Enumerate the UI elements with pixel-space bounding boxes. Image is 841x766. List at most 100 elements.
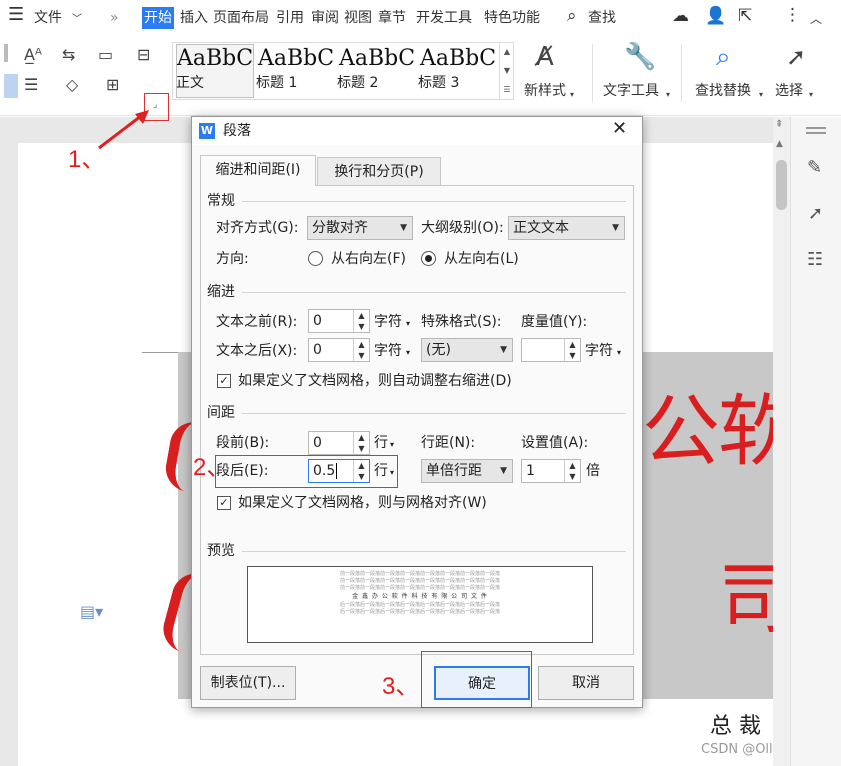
measure-unit[interactable]: 字符: [585, 341, 613, 361]
spinner-icon[interactable]: ▲ ▼: [353, 432, 369, 454]
chevron-down-icon[interactable]: ▾: [617, 343, 621, 363]
ribbon-divider: [592, 44, 593, 102]
borders-icon[interactable]: ⊞: [106, 76, 119, 94]
space-before-unit[interactable]: 行: [374, 433, 388, 453]
pointer-icon[interactable]: ➚: [808, 203, 823, 224]
grid-align-checkbox[interactable]: ✓: [217, 496, 231, 510]
hamburger-menu-icon[interactable]: ☰: [8, 5, 24, 25]
tab-developer[interactable]: 开发工具: [416, 8, 472, 28]
align-selected-icon[interactable]: [4, 74, 18, 98]
spinner-icon[interactable]: ▲ ▼: [564, 460, 580, 482]
chevron-down-icon[interactable]: ﹀: [72, 10, 82, 30]
style-heading-1[interactable]: AaBbC 标题 1: [256, 44, 336, 100]
menu-bar: ☰ 文件 ﹀ » 开始 插入 页面布局 引用 审阅 视图 章节 开发工具 特色功…: [0, 0, 841, 36]
ltr-label[interactable]: 从左向右(L): [444, 249, 519, 269]
indent-after-unit[interactable]: 字符: [374, 341, 402, 361]
add-user-icon[interactable]: 👤: [705, 6, 726, 26]
style-heading-2[interactable]: AaBbC 标题 2: [337, 44, 417, 100]
share-icon[interactable]: ⇱: [738, 6, 752, 26]
line-spacing-icon[interactable]: ☰: [24, 76, 38, 94]
chevron-down-icon[interactable]: ▾: [666, 86, 670, 104]
rtl-label[interactable]: 从右向左(F): [331, 249, 406, 269]
cancel-button[interactable]: 取消: [538, 666, 634, 700]
auto-adjust-checkbox[interactable]: ✓: [217, 374, 231, 388]
panel-grip-icon[interactable]: [806, 127, 826, 129]
tab-page-layout[interactable]: 页面布局: [213, 8, 269, 28]
outline-level-select[interactable]: 正文文本 ▼: [508, 216, 625, 240]
annotation-box-space-after: [215, 455, 398, 488]
tab-view[interactable]: 视图: [344, 8, 372, 28]
tab-indent-spacing[interactable]: 缩进和间距(I): [200, 155, 316, 186]
space-before-input[interactable]: 0 ▲ ▼: [308, 431, 370, 455]
chevron-down-icon[interactable]: ▾: [759, 86, 763, 104]
tab-references[interactable]: 引用: [276, 8, 304, 28]
more-options-icon[interactable]: ⋮: [784, 5, 801, 25]
tab-features[interactable]: 特色功能: [484, 8, 540, 28]
indent-before-input[interactable]: 0 ▲ ▼: [308, 309, 370, 333]
section-indent: 缩进: [207, 284, 235, 300]
indent-before-unit[interactable]: 字符: [374, 312, 402, 332]
set-value-label: 设置值(A):: [521, 435, 589, 451]
wrench-icon[interactable]: 🔧: [624, 42, 656, 72]
search-label[interactable]: 查找: [588, 8, 616, 28]
vertical-scrollbar[interactable]: ⇞ ▲: [773, 117, 790, 766]
tab-review[interactable]: 审阅: [311, 8, 339, 28]
indent-after-input[interactable]: 0 ▲ ▼: [308, 338, 370, 362]
text-frame-icon[interactable]: ▭: [98, 46, 113, 64]
chevron-down-icon[interactable]: ▾: [809, 86, 813, 104]
tab-line-page-break[interactable]: 换行和分页(P): [317, 157, 441, 185]
dialog-title-bar[interactable]: W 段落 ✕: [192, 117, 642, 145]
special-format-select[interactable]: (无) ▼: [421, 338, 513, 362]
scrollbar-thumb[interactable]: [776, 160, 787, 210]
chevron-down-icon: ▼: [612, 223, 619, 233]
spinner-icon[interactable]: ▲ ▼: [353, 310, 369, 332]
cursor-select-icon[interactable]: ➚: [786, 42, 806, 72]
style-heading-3[interactable]: AaBbC 标题 3: [418, 44, 498, 100]
paragraph-layout-icon[interactable]: ▤▾: [80, 602, 103, 621]
new-style-icon[interactable]: A̸: [536, 42, 554, 72]
collapse-ribbon-icon[interactable]: ︿: [810, 9, 822, 29]
style-normal[interactable]: AaBbC 正文: [176, 44, 254, 100]
tabs-button[interactable]: 制表位(T)...: [200, 666, 296, 700]
scroll-top-icon[interactable]: ⇞: [775, 119, 783, 130]
tab-chapter[interactable]: 章节: [378, 8, 406, 28]
font-size-icon[interactable]: A̲ᴬ: [24, 46, 42, 64]
tab-insert[interactable]: 插入: [180, 8, 208, 28]
select-label[interactable]: 选择: [775, 80, 803, 100]
space-before-label: 段前(B):: [216, 435, 270, 451]
chevron-down-icon: ▼: [500, 466, 507, 476]
line-spacing-select[interactable]: 单倍行距 ▼: [421, 459, 513, 483]
chevron-down-icon: ▼: [500, 345, 507, 355]
scroll-up-icon[interactable]: ▲: [776, 139, 783, 149]
chevron-down-icon[interactable]: ▾: [570, 86, 574, 104]
search-icon[interactable]: ⌕: [567, 6, 577, 26]
set-value-input[interactable]: 1 ▲ ▼: [521, 459, 581, 483]
section-divider: [242, 413, 626, 414]
rtl-radio[interactable]: [308, 251, 323, 266]
text-direction-icon[interactable]: ⇆: [62, 46, 75, 64]
sliders-icon[interactable]: ☷: [807, 249, 823, 270]
menu-file[interactable]: 文件: [34, 8, 62, 28]
shading-icon[interactable]: ◇: [66, 76, 78, 94]
style-gallery-scroll[interactable]: ▲ ▼ ☰: [499, 42, 514, 100]
pen-icon[interactable]: ✎: [807, 157, 822, 178]
alignment-select[interactable]: 分散对齐 ▼: [307, 216, 413, 240]
spinner-icon[interactable]: ▲ ▼: [564, 339, 580, 361]
find-replace-label[interactable]: 查找替换: [695, 80, 751, 100]
close-icon[interactable]: ✕: [612, 119, 627, 139]
table-layout-icon[interactable]: ⊟: [137, 46, 150, 64]
chevron-down-icon[interactable]: ▾: [406, 343, 410, 363]
spinner-icon[interactable]: ▲ ▼: [353, 339, 369, 361]
chevron-down-icon[interactable]: ▾: [406, 314, 410, 334]
auto-adjust-label[interactable]: 如果定义了文档网格，则自动调整右缩进(D): [238, 371, 512, 391]
more-arrows-icon[interactable]: »: [110, 8, 119, 28]
measure-input[interactable]: ▲ ▼: [521, 338, 581, 362]
tab-home[interactable]: 开始: [142, 7, 174, 29]
grid-align-label[interactable]: 如果定义了文档网格，则与网格对齐(W): [238, 493, 487, 513]
text-tools-label[interactable]: 文字工具: [603, 80, 659, 100]
magnifier-icon[interactable]: ⌕: [716, 42, 731, 72]
chevron-down-icon[interactable]: ▾: [390, 435, 394, 455]
ltr-radio[interactable]: [421, 251, 436, 266]
cloud-icon[interactable]: ☁: [672, 6, 689, 26]
new-style-label[interactable]: 新样式: [524, 80, 566, 100]
